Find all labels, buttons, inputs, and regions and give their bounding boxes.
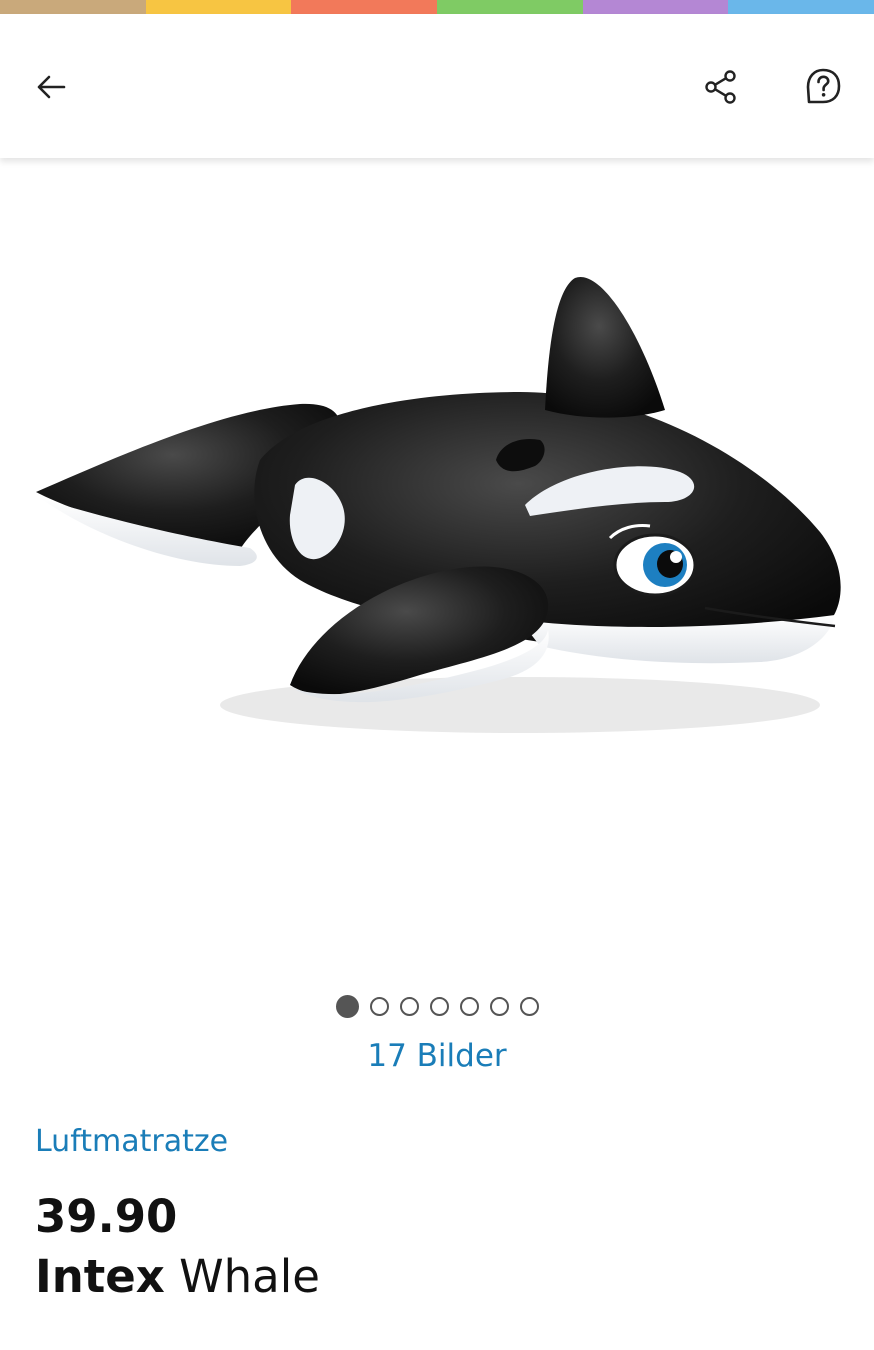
top-app-bar [0, 14, 874, 158]
share-icon [705, 70, 736, 104]
stripe-segment [437, 0, 583, 14]
stripe-segment [582, 0, 729, 14]
stripe-segment [291, 0, 438, 14]
carousel-dot-active[interactable] [335, 995, 359, 1018]
help-question-icon [806, 68, 841, 104]
share-button[interactable] [693, 59, 749, 115]
category-link[interactable]: Luftmatratze [35, 1124, 228, 1159]
arrow-left-icon [37, 75, 66, 99]
carousel-dot[interactable] [429, 997, 449, 1016]
carousel-dot[interactable] [459, 997, 479, 1016]
carousel-dot[interactable] [489, 997, 509, 1016]
orca-float-illustration [36, 276, 841, 733]
back-button[interactable] [23, 59, 79, 115]
stripe-segment [728, 0, 874, 14]
stripe-segment [0, 0, 146, 14]
product-image[interactable] [0, 160, 874, 980]
product-price: 39.90 [35, 1190, 178, 1243]
image-count-link[interactable]: 17 Bilder [0, 1038, 874, 1074]
brand-color-stripe [0, 0, 874, 14]
product-name: Whale [179, 1250, 320, 1303]
product-brand: Intex [35, 1250, 165, 1303]
carousel-pagination [0, 994, 874, 1020]
product-title: Intex Whale [35, 1250, 320, 1303]
carousel-dot[interactable] [399, 997, 419, 1016]
stripe-segment [145, 0, 292, 14]
help-button[interactable] [795, 59, 851, 115]
carousel-dot[interactable] [519, 997, 539, 1016]
carousel-dot[interactable] [369, 997, 389, 1016]
